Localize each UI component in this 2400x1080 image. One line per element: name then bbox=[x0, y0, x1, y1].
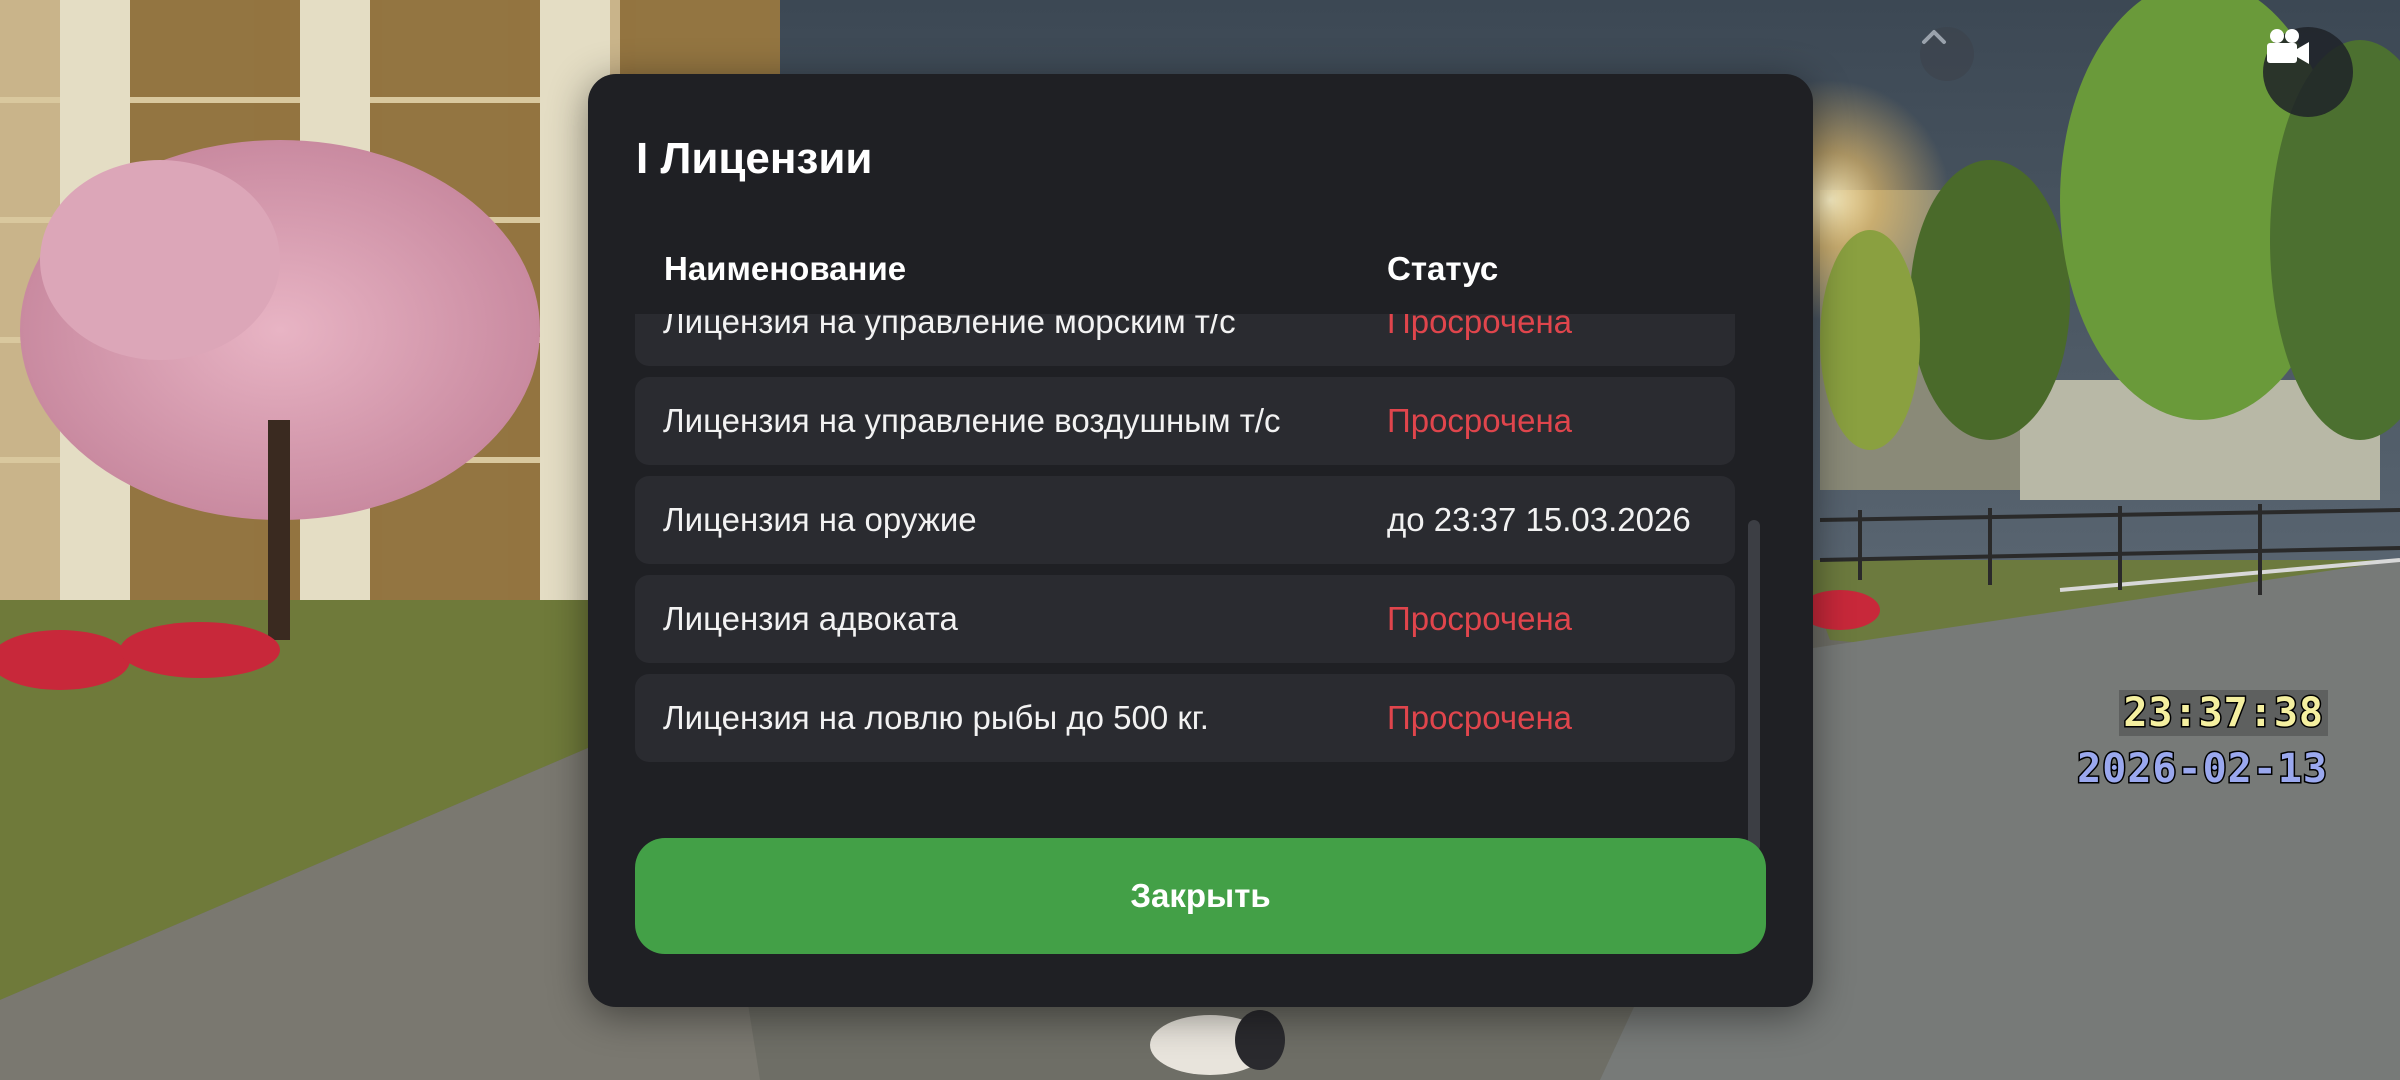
table-row: Лицензия на ловлю рыбы до 500 кг. Просроч… bbox=[635, 674, 1735, 762]
license-name: Лицензия на ловлю рыбы до 500 кг. bbox=[663, 699, 1209, 736]
table-row: Лицензия на управление воздушным т/с Прос… bbox=[635, 377, 1735, 465]
license-status: Просрочена bbox=[1387, 600, 1573, 637]
game-clock-time: 23:37:38 bbox=[2119, 689, 2328, 738]
licenses-list-content: Лицензия на управление морским т/с Просро… bbox=[635, 314, 1735, 773]
licenses-list[interactable]: Лицензия на управление морским т/с Просро… bbox=[635, 314, 1735, 854]
close-button[interactable]: Закрыть bbox=[635, 838, 1766, 954]
table-row: Лицензия на оружие до 23:37 15.03.2026 bbox=[635, 476, 1735, 564]
table-row: Лицензия на управление морским т/с Просро… bbox=[635, 314, 1735, 366]
column-header-name: Наименование bbox=[664, 250, 907, 287]
license-status: до 23:37 15.03.2026 bbox=[1387, 501, 1691, 538]
collapse-hud-button[interactable] bbox=[1920, 27, 1974, 81]
licenses-modal: I Лицензии Наименование Статус Лицензия … bbox=[588, 74, 1813, 1007]
license-name: Лицензия адвоката bbox=[663, 600, 958, 637]
camera-button[interactable] bbox=[2263, 27, 2353, 117]
game-clock-date: 2026-02-13 bbox=[2076, 745, 2329, 794]
license-status: Просрочена bbox=[1387, 699, 1573, 736]
table-row: Лицензия адвоката Просрочена bbox=[635, 575, 1735, 663]
scrollbar-thumb[interactable] bbox=[1748, 520, 1760, 852]
chevron-up-icon bbox=[1922, 30, 1946, 44]
modal-title: I Лицензии bbox=[636, 134, 873, 183]
license-name: Лицензия на управление морским т/с bbox=[663, 314, 1236, 340]
license-name: Лицензия на оружие bbox=[663, 501, 977, 538]
license-status: Просрочена bbox=[1387, 314, 1573, 340]
video-camera-icon bbox=[2267, 29, 2309, 64]
license-status: Просрочена bbox=[1387, 402, 1573, 439]
column-header-status: Статус bbox=[1387, 250, 1499, 287]
license-name: Лицензия на управление воздушным т/с bbox=[663, 402, 1281, 439]
